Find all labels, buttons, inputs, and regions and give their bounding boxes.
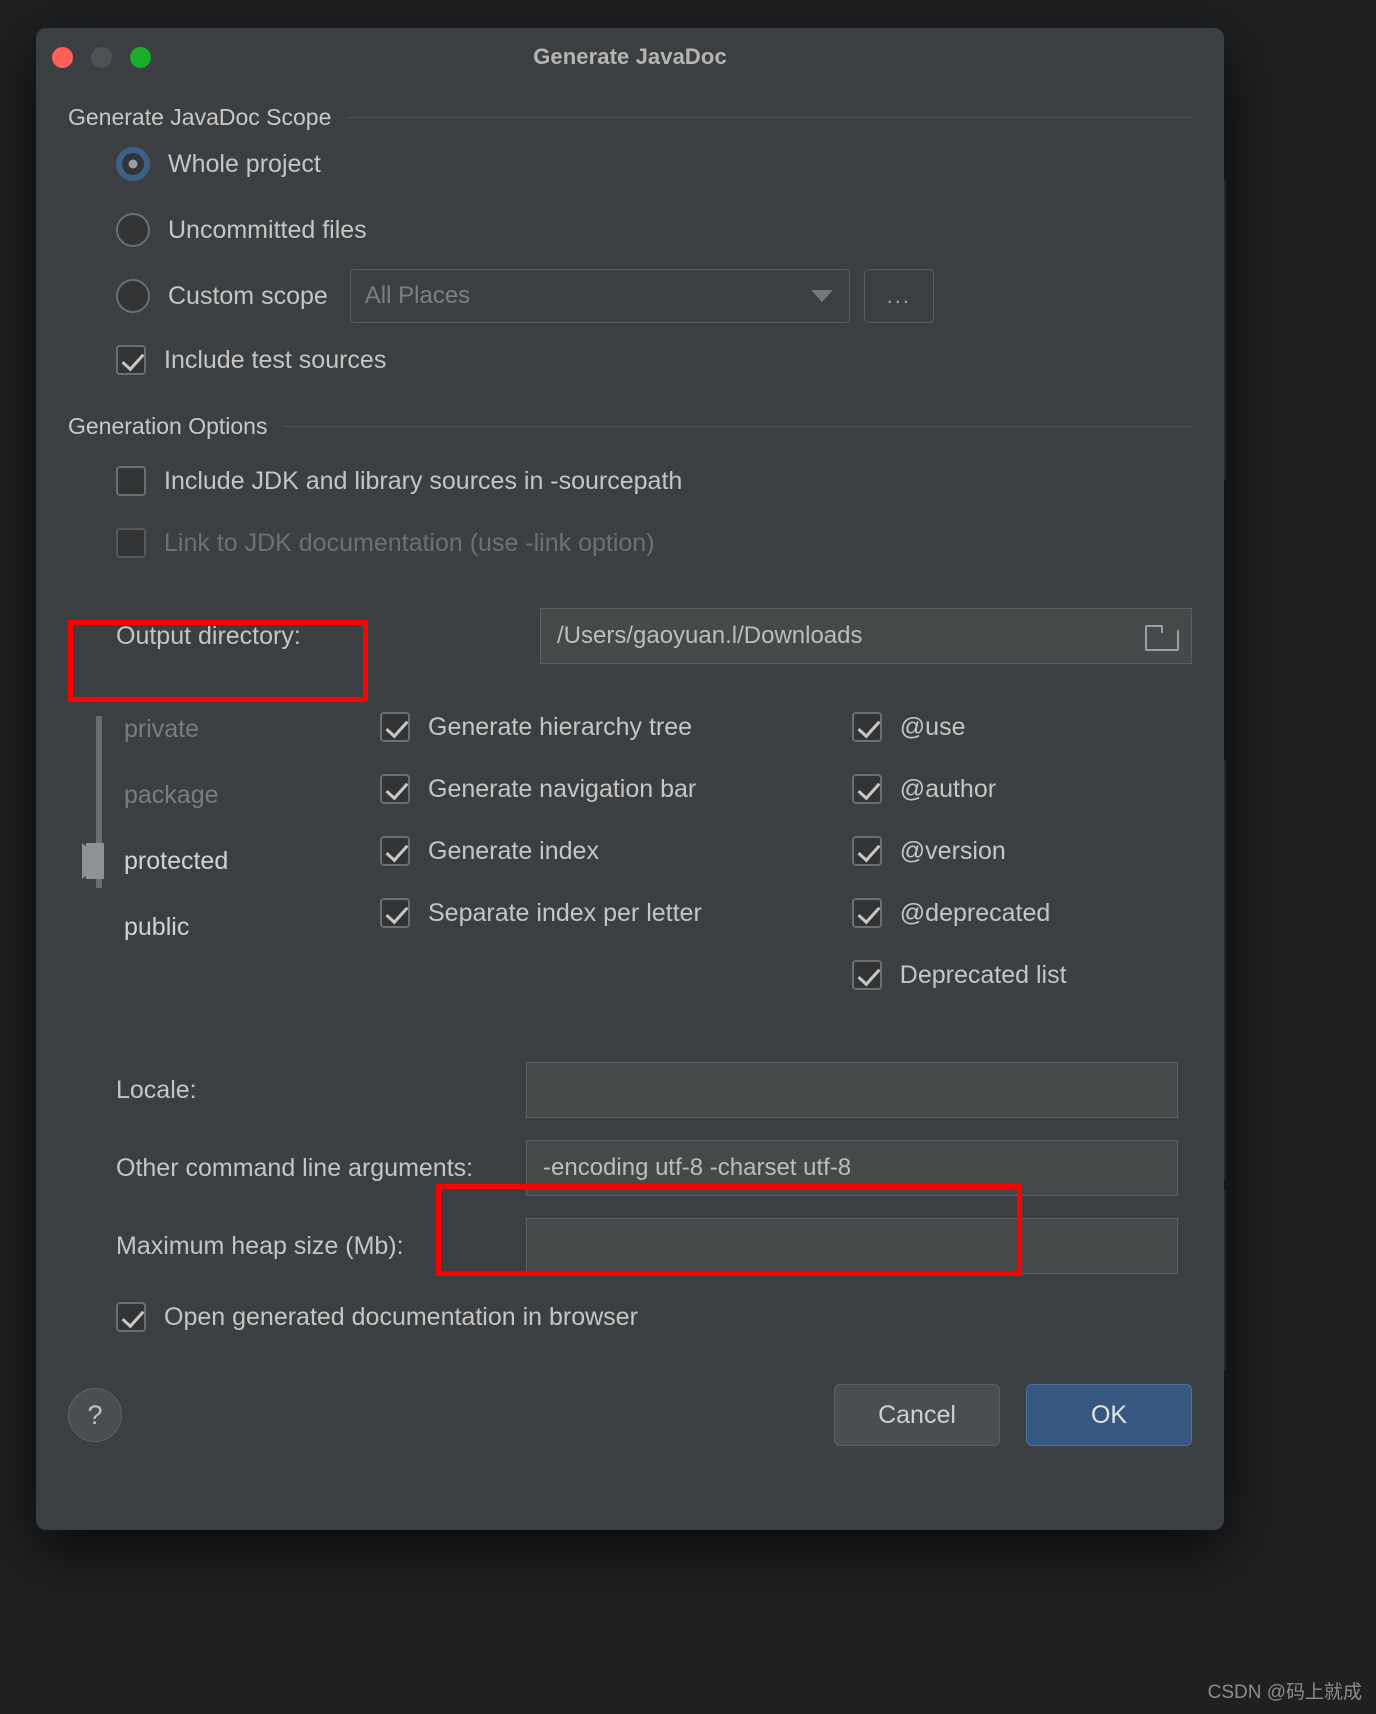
radio-whole-project[interactable]: Whole project [116,131,1192,197]
visibility-slider[interactable]: private package protected public [68,696,368,1006]
dialog-title: Generate JavaDoc [533,44,727,69]
options-grid: private package protected public Generat… [68,696,1192,1006]
radio-uncommitted-files[interactable]: Uncommitted files [116,197,1192,263]
checkbox-author-tag[interactable]: @author [851,758,1067,820]
checkbox-author-tag-control[interactable] [851,774,882,804]
visibility-level-public[interactable]: public [68,894,368,960]
max-heap-row: Maximum heap size (Mb): [68,1218,1192,1274]
checkbox-generate-index-control[interactable] [380,836,410,866]
checkbox-separate-index-per-letter-label: Separate index per letter [428,898,702,927]
checkbox-open-in-browser[interactable]: Open generated documentation in browser [116,1286,1192,1348]
checkbox-generate-navigation-bar[interactable]: Generate navigation bar [380,758,702,820]
radio-custom-scope-control[interactable] [116,279,150,313]
checkbox-link-jdk-docs-control [116,528,146,558]
visibility-level-protected-label: protected [124,846,229,875]
checkbox-link-jdk-docs: Link to JDK documentation (use -link opt… [116,512,1192,574]
watermark: CSDN @码上就成 [1207,1682,1362,1703]
checkbox-generate-hierarchy-tree-label: Generate hierarchy tree [428,712,693,741]
checkbox-open-in-browser-label: Open generated documentation in browser [164,1302,638,1331]
scope-section-header: Generate JavaDoc Scope [68,104,1192,131]
checkbox-use-tag-control[interactable] [851,712,882,742]
chevron-down-icon [810,290,833,302]
other-args-value: -encoding utf-8 -charset utf-8 [543,1154,852,1181]
folder-icon[interactable] [1145,625,1179,651]
generation-options-column: Generate hierarchy tree Generate navigat… [380,696,702,1006]
visibility-level-private-label: private [124,714,200,743]
checkbox-generate-index[interactable]: Generate index [380,820,702,882]
checkbox-deprecated-tag[interactable]: @deprecated [851,882,1067,944]
radio-whole-project-label: Whole project [168,149,321,178]
locale-row: Locale: [68,1062,1192,1118]
help-button[interactable]: ? [68,1388,122,1442]
checkbox-include-jdk-control[interactable] [116,466,146,496]
checkbox-generate-hierarchy-tree[interactable]: Generate hierarchy tree [380,696,702,758]
checkbox-generate-navigation-bar-control[interactable] [380,774,410,804]
locale-input[interactable] [526,1062,1178,1118]
radio-custom-scope-label: Custom scope [168,281,328,310]
generation-section-header: Generation Options [68,413,1192,440]
cancel-button[interactable]: Cancel [834,1384,1000,1446]
radio-uncommitted-files-control[interactable] [116,213,150,247]
visibility-level-public-label: public [124,912,190,941]
checkbox-deprecated-tag-label: @deprecated [899,898,1051,927]
max-heap-label: Maximum heap size (Mb): [116,1231,404,1260]
checkbox-include-jdk[interactable]: Include JDK and library sources in -sour… [116,450,1192,512]
checkbox-deprecated-list-control[interactable] [851,960,882,990]
generate-javadoc-dialog: Generate JavaDoc Generate JavaDoc Scope … [36,28,1224,1530]
checkbox-deprecated-list-label: Deprecated list [899,960,1067,989]
checkbox-include-jdk-label: Include JDK and library sources in -sour… [164,466,683,495]
locale-label: Locale: [116,1075,197,1104]
checkbox-version-tag[interactable]: @version [851,820,1067,882]
visibility-slider-thumb[interactable] [82,843,104,879]
output-directory-value: /Users/gaoyuan.l/Downloads [557,622,863,649]
generation-section-label: Generation Options [68,413,268,439]
checkbox-use-tag[interactable]: @use [851,696,1067,758]
other-args-input[interactable]: -encoding utf-8 -charset utf-8 [526,1140,1178,1196]
visibility-level-protected[interactable]: protected [68,828,368,894]
tag-options-column: @use @author @version @deprecated Deprec… [851,696,1067,1006]
checkbox-deprecated-list[interactable]: Deprecated list [851,944,1067,1006]
visibility-level-package-label: package [124,780,219,809]
other-args-row: Other command line arguments: -encoding … [68,1140,1192,1196]
checkbox-link-jdk-docs-label: Link to JDK documentation (use -link opt… [164,528,655,557]
output-directory-label: Output directory: [116,621,301,650]
radio-custom-scope[interactable]: Custom scope All Places ... [116,263,1192,329]
custom-scope-value: All Places [364,282,471,309]
checkbox-separate-index-per-letter-control[interactable] [380,898,410,928]
checkbox-include-test-sources-control[interactable] [116,345,146,375]
checkbox-version-tag-label: @version [899,836,1006,865]
section-divider-2 [283,426,1192,427]
checkbox-separate-index-per-letter[interactable]: Separate index per letter [380,882,702,944]
checkbox-version-tag-control[interactable] [851,836,882,866]
dialog-titlebar: Generate JavaDoc [36,28,1224,86]
other-args-label: Other command line arguments: [116,1153,474,1182]
checkbox-deprecated-tag-control[interactable] [851,898,882,928]
checkbox-generate-index-label: Generate index [428,836,599,865]
dialog-footer: ? Cancel OK [68,1384,1192,1446]
browse-scope-button[interactable]: ... [863,269,934,323]
checkbox-generate-navigation-bar-label: Generate navigation bar [428,774,697,803]
screen: Generate JavaDoc Generate JavaDoc Scope … [0,0,1376,1714]
checkbox-use-tag-label: @use [899,712,966,741]
checkbox-generate-hierarchy-tree-control[interactable] [380,712,410,742]
checkbox-include-test-sources-label: Include test sources [164,345,387,374]
checkbox-author-tag-label: @author [899,774,997,803]
custom-scope-combobox[interactable]: All Places [349,269,850,323]
visibility-level-private[interactable]: private [68,696,368,762]
ok-button[interactable]: OK [1026,1384,1192,1446]
visibility-level-package[interactable]: package [68,762,368,828]
checkbox-open-in-browser-control[interactable] [116,1302,146,1332]
output-directory-row: Output directory: /Users/gaoyuan.l/Downl… [68,596,1192,676]
scope-section-label: Generate JavaDoc Scope [68,104,332,130]
footer-buttons: Cancel OK [834,1384,1192,1446]
output-directory-field[interactable]: /Users/gaoyuan.l/Downloads [540,608,1192,664]
max-heap-input[interactable] [526,1218,1178,1274]
radio-whole-project-control[interactable] [116,147,150,181]
checkbox-include-test-sources[interactable]: Include test sources [116,329,1192,391]
radio-uncommitted-files-label: Uncommitted files [168,215,367,244]
section-divider [347,117,1192,118]
dialog-body: Generate JavaDoc Scope Whole project Unc… [36,104,1224,1446]
